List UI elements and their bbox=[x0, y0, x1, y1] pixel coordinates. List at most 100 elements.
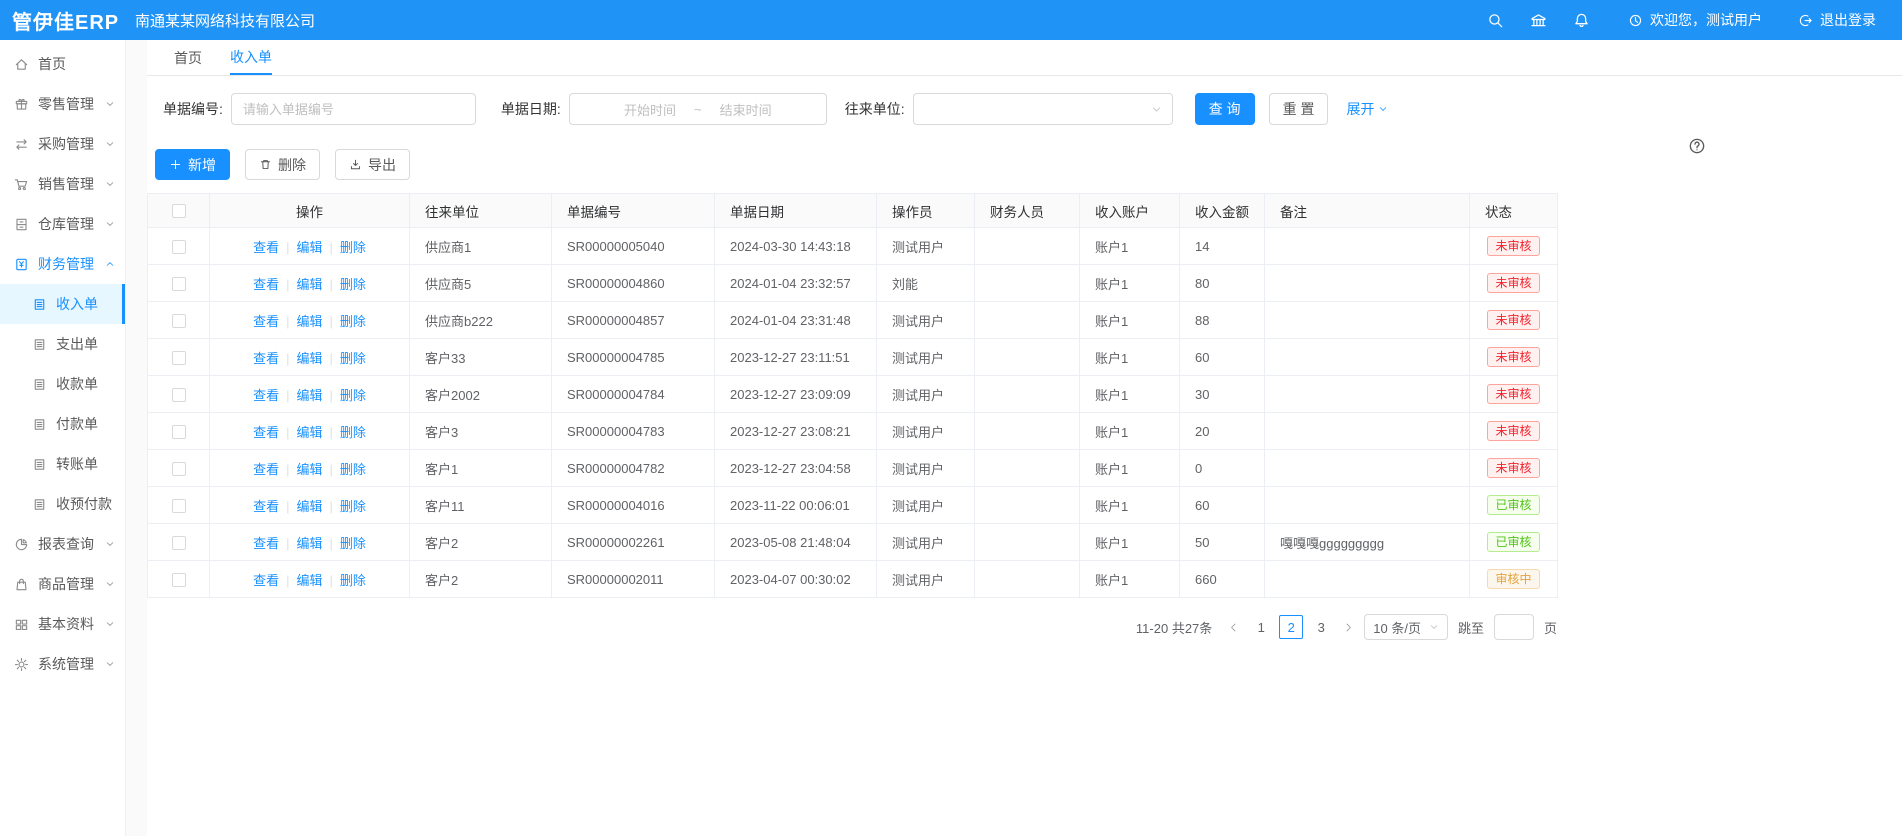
cell-account: 账户1 bbox=[1080, 450, 1180, 487]
link-separator: | bbox=[330, 462, 333, 477]
delete-link[interactable]: 删除 bbox=[340, 499, 366, 514]
bill-no-input[interactable] bbox=[231, 93, 476, 125]
sidebar-item-home[interactable]: 首页 bbox=[0, 44, 125, 84]
row-checkbox[interactable] bbox=[172, 425, 186, 439]
sidebar-item-warehouse[interactable]: 仓库管理 bbox=[0, 204, 125, 244]
chevron-down-icon bbox=[105, 179, 115, 189]
edit-link[interactable]: 编辑 bbox=[296, 536, 322, 551]
cell-partner: 客户2 bbox=[410, 561, 552, 598]
view-link[interactable]: 查看 bbox=[253, 536, 279, 551]
view-link[interactable]: 查看 bbox=[253, 462, 279, 477]
page-button-1[interactable]: 1 bbox=[1249, 615, 1273, 639]
tab-home[interactable]: 首页 bbox=[174, 40, 202, 75]
sidebar-item-sales[interactable]: 销售管理 bbox=[0, 164, 125, 204]
view-link[interactable]: 查看 bbox=[253, 425, 279, 440]
search-icon[interactable] bbox=[1487, 12, 1504, 29]
search-button[interactable]: 查 询 bbox=[1195, 93, 1255, 125]
next-page-icon[interactable] bbox=[1343, 622, 1354, 633]
status-badge: 未审核 bbox=[1487, 384, 1539, 404]
tab-income-bill[interactable]: 收入单 bbox=[230, 40, 272, 75]
row-checkbox[interactable] bbox=[172, 573, 186, 587]
sidebar-item-reports[interactable]: 报表查询 bbox=[0, 524, 125, 564]
link-separator: | bbox=[330, 425, 333, 440]
cell-actions: 查看|编辑|删除 bbox=[210, 450, 410, 487]
view-link[interactable]: 查看 bbox=[253, 573, 279, 588]
sidebar-item-goods[interactable]: 商品管理 bbox=[0, 564, 125, 604]
link-separator: | bbox=[330, 277, 333, 292]
edit-link[interactable]: 编辑 bbox=[296, 240, 322, 255]
delete-link[interactable]: 删除 bbox=[340, 240, 366, 255]
bell-icon[interactable] bbox=[1573, 12, 1590, 29]
cell-account: 账户1 bbox=[1080, 524, 1180, 561]
edit-link[interactable]: 编辑 bbox=[296, 351, 322, 366]
delete-link[interactable]: 删除 bbox=[340, 388, 366, 403]
select-all-checkbox[interactable] bbox=[172, 204, 186, 218]
delete-link[interactable]: 删除 bbox=[340, 573, 366, 588]
cell-account: 账户1 bbox=[1080, 487, 1180, 524]
delete-link[interactable]: 删除 bbox=[340, 425, 366, 440]
toolbar: 新增 删除 导出 bbox=[147, 149, 1902, 180]
edit-link[interactable]: 编辑 bbox=[296, 499, 322, 514]
row-checkbox[interactable] bbox=[172, 277, 186, 291]
sidebar-item-receipt-bill[interactable]: 收款单 bbox=[0, 364, 125, 404]
table-row: 查看|编辑|删除 供应商b222 SR00000004857 2024-01-0… bbox=[148, 302, 1558, 339]
sidebar-item-prepayment[interactable]: 收预付款 bbox=[0, 484, 125, 524]
view-link[interactable]: 查看 bbox=[253, 388, 279, 403]
delete-link[interactable]: 删除 bbox=[340, 351, 366, 366]
user-menu[interactable]: 欢迎您，测试用户 bbox=[1628, 10, 1762, 30]
reset-button[interactable]: 重 置 bbox=[1269, 93, 1329, 125]
export-button[interactable]: 导出 bbox=[335, 149, 410, 180]
row-checkbox[interactable] bbox=[172, 536, 186, 550]
edit-link[interactable]: 编辑 bbox=[296, 388, 322, 403]
filter-bar: 单据编号: 单据日期: 开始时间 ~ 结束时间 往来单位: 查 询 重 置 展开 bbox=[147, 93, 1902, 125]
partner-select[interactable] bbox=[913, 93, 1173, 125]
sidebar-item-system[interactable]: 系统管理 bbox=[0, 644, 125, 684]
view-link[interactable]: 查看 bbox=[253, 277, 279, 292]
sidebar-item-finance[interactable]: 财务管理 bbox=[0, 244, 125, 284]
sidebar-item-income-bill[interactable]: 收入单 bbox=[0, 284, 125, 324]
row-checkbox[interactable] bbox=[172, 351, 186, 365]
jump-page-input[interactable] bbox=[1494, 614, 1534, 640]
page-button-2[interactable]: 2 bbox=[1279, 615, 1303, 639]
sidebar-item-purchase[interactable]: 采购管理 bbox=[0, 124, 125, 164]
row-checkbox[interactable] bbox=[172, 314, 186, 328]
sidebar-item-payment-bill[interactable]: 付款单 bbox=[0, 404, 125, 444]
logout-button[interactable]: 退出登录 bbox=[1798, 10, 1876, 30]
sidebar-item-label: 零售管理 bbox=[38, 94, 94, 114]
add-button[interactable]: 新增 bbox=[155, 149, 230, 180]
column-header: 操作员 bbox=[877, 194, 975, 228]
delete-link[interactable]: 删除 bbox=[340, 314, 366, 329]
view-link[interactable]: 查看 bbox=[253, 351, 279, 366]
delete-link[interactable]: 删除 bbox=[340, 536, 366, 551]
row-checkbox[interactable] bbox=[172, 499, 186, 513]
sidebar-item-retail[interactable]: 零售管理 bbox=[0, 84, 125, 124]
bank-icon[interactable] bbox=[1530, 12, 1547, 29]
swap-icon bbox=[14, 137, 29, 152]
sidebar-item-transfer-bill[interactable]: 转账单 bbox=[0, 444, 125, 484]
delete-link[interactable]: 删除 bbox=[340, 462, 366, 477]
row-checkbox[interactable] bbox=[172, 240, 186, 254]
delete-button[interactable]: 删除 bbox=[245, 149, 320, 180]
sidebar-item-expense-bill[interactable]: 支出单 bbox=[0, 324, 125, 364]
view-link[interactable]: 查看 bbox=[253, 499, 279, 514]
edit-link[interactable]: 编辑 bbox=[296, 314, 322, 329]
sidebar-item-basic-data[interactable]: 基本资料 bbox=[0, 604, 125, 644]
view-link[interactable]: 查看 bbox=[253, 314, 279, 329]
date-range-input[interactable]: 开始时间 ~ 结束时间 bbox=[569, 93, 827, 125]
page-size-select[interactable]: 10 条/页 bbox=[1364, 614, 1448, 640]
prev-page-icon[interactable] bbox=[1228, 622, 1239, 633]
help-icon[interactable] bbox=[1688, 137, 1706, 155]
page-button-3[interactable]: 3 bbox=[1309, 615, 1333, 639]
edit-link[interactable]: 编辑 bbox=[296, 277, 322, 292]
view-link[interactable]: 查看 bbox=[253, 240, 279, 255]
edit-link[interactable]: 编辑 bbox=[296, 573, 322, 588]
cell-remark bbox=[1265, 561, 1470, 598]
topbar-icon-slot bbox=[1487, 12, 1590, 29]
row-checkbox[interactable] bbox=[172, 462, 186, 476]
edit-link[interactable]: 编辑 bbox=[296, 425, 322, 440]
edit-link[interactable]: 编辑 bbox=[296, 462, 322, 477]
row-checkbox[interactable] bbox=[172, 388, 186, 402]
delete-link[interactable]: 删除 bbox=[340, 277, 366, 292]
expand-toggle[interactable]: 展开 bbox=[1346, 99, 1388, 119]
main-content: 首页收入单 单据编号: 单据日期: 开始时间 ~ 结束时间 往来单位: 查 询 … bbox=[147, 40, 1902, 836]
